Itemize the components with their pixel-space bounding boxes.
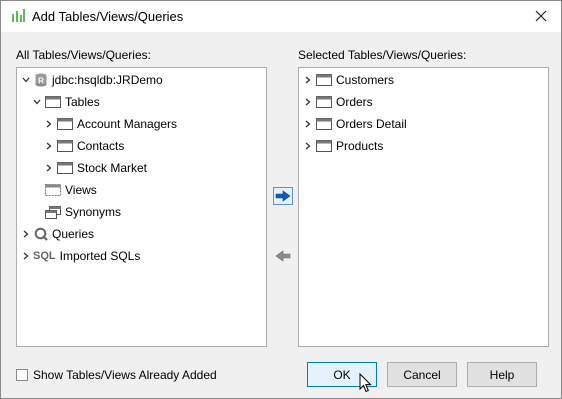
selected-item[interactable]: Customers	[303, 69, 394, 91]
table-icon	[316, 140, 332, 152]
add-tables-dialog: Add Tables/Views/Queries All Tables/View…	[0, 0, 562, 399]
svg-text:R: R	[38, 77, 44, 86]
selected-item-label: Products	[336, 139, 384, 153]
show-added-checkbox[interactable]	[16, 369, 28, 381]
help-button[interactable]: Help	[467, 362, 537, 387]
mouse-cursor-icon	[359, 373, 372, 393]
view-icon	[45, 184, 61, 196]
table-icon	[316, 96, 332, 108]
tree-node-database[interactable]: R jdbc:hsqldb:JRDemo	[21, 69, 163, 91]
close-icon	[535, 10, 547, 22]
add-button[interactable]	[273, 187, 293, 205]
selected-item-label: Orders Detail	[336, 117, 407, 131]
chevron-right-icon[interactable]	[44, 141, 54, 151]
cancel-button[interactable]: Cancel	[387, 362, 457, 387]
title-bar: Add Tables/Views/Queries	[1, 1, 561, 32]
table-label: Stock Market	[77, 161, 148, 175]
selected-item[interactable]: Orders	[303, 91, 373, 113]
views-label: Views	[65, 183, 97, 197]
selected-tables-tree[interactable]: Customers Orders Orders Detail Products	[298, 67, 549, 347]
synonyms-label: Synonyms	[65, 205, 122, 219]
table-icon	[57, 140, 73, 152]
show-added-label: Show Tables/Views Already Added	[33, 368, 217, 382]
chevron-right-icon[interactable]	[44, 119, 54, 129]
tree-node-table[interactable]: Stock Market	[44, 157, 147, 179]
table-label: Account Managers	[77, 117, 178, 131]
selected-tables-label: Selected Tables/Views/Queries:	[298, 48, 467, 62]
table-folder-icon	[45, 96, 61, 108]
selected-item[interactable]: Orders Detail	[303, 113, 407, 135]
table-label: Contacts	[77, 139, 125, 153]
tree-node-queries[interactable]: Queries	[21, 223, 94, 245]
database-label: jdbc:hsqldb:JRDemo	[52, 73, 163, 87]
sql-icon: SQL	[33, 250, 56, 262]
show-added-option[interactable]: Show Tables/Views Already Added	[16, 368, 217, 382]
chevron-right-icon[interactable]	[21, 251, 31, 261]
chevron-right-icon[interactable]	[44, 163, 54, 173]
table-icon	[316, 118, 332, 130]
arrow-right-icon	[275, 190, 291, 202]
table-icon	[316, 74, 332, 86]
close-button[interactable]	[527, 5, 555, 27]
tree-node-views[interactable]: Views	[32, 179, 97, 201]
table-icon	[57, 118, 73, 130]
all-tables-tree[interactable]: R jdbc:hsqldb:JRDemo Tables Account Mana…	[16, 67, 267, 347]
synonym-icon	[45, 205, 61, 219]
selected-item[interactable]: Products	[303, 135, 383, 157]
chevron-right-icon[interactable]	[303, 97, 313, 107]
chevron-down-icon[interactable]	[21, 75, 31, 85]
arrow-left-icon	[275, 250, 291, 262]
tree-node-tables[interactable]: Tables	[32, 91, 100, 113]
tree-node-synonyms[interactable]: Synonyms	[32, 201, 121, 223]
database-icon: R	[34, 73, 48, 87]
chevron-right-icon[interactable]	[303, 75, 313, 85]
tables-label: Tables	[65, 95, 100, 109]
remove-button[interactable]	[273, 247, 293, 265]
selected-item-label: Customers	[336, 73, 395, 87]
chevron-right-icon[interactable]	[21, 229, 31, 239]
table-icon	[57, 162, 73, 174]
chevron-right-icon[interactable]	[303, 119, 313, 129]
selected-item-label: Orders	[336, 95, 373, 109]
tree-node-table[interactable]: Account Managers	[44, 113, 177, 135]
app-logo-icon	[11, 9, 25, 23]
chevron-right-icon[interactable]	[303, 141, 313, 151]
tree-node-imported-sqls[interactable]: SQL Imported SQLs	[21, 245, 140, 267]
tree-node-table[interactable]: Contacts	[44, 135, 124, 157]
window-title: Add Tables/Views/Queries	[32, 9, 184, 24]
query-icon	[34, 227, 48, 241]
imported-sqls-label: Imported SQLs	[59, 249, 141, 263]
chevron-down-icon[interactable]	[32, 97, 42, 107]
queries-label: Queries	[52, 227, 95, 241]
all-tables-label: All Tables/Views/Queries:	[16, 48, 151, 62]
